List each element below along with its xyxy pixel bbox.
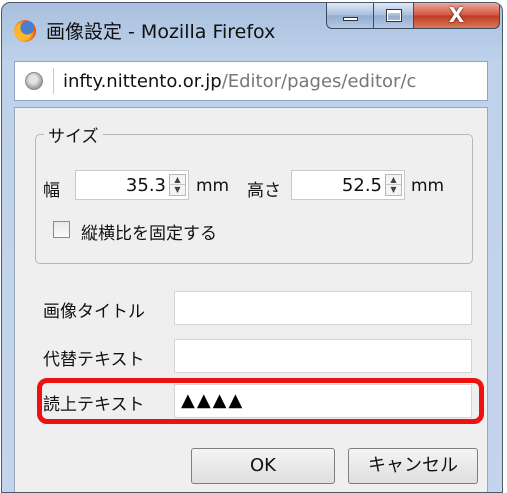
minimize-icon [343, 17, 358, 21]
caption-buttons: X [326, 3, 500, 29]
spin-down-icon[interactable]: ▼ [386, 185, 401, 195]
globe-icon [25, 72, 43, 90]
height-value: 52.5 [341, 175, 382, 196]
ok-button[interactable]: OK [191, 448, 335, 484]
spin-down-icon[interactable]: ▼ [170, 185, 185, 195]
url-path: /Editor/pages/editor/c [221, 71, 417, 92]
image-title-input[interactable] [174, 291, 472, 325]
width-label: 幅 [43, 181, 60, 201]
cancel-button[interactable]: キャンセル [348, 448, 478, 484]
title-bar[interactable]: 画像設定 - Mozilla Firefox X [2, 3, 502, 53]
lock-ratio-checkbox[interactable] [53, 221, 70, 238]
alt-text-label: 代替テキスト [43, 350, 145, 370]
width-input[interactable]: 35.3 ▲ ▼ [75, 170, 189, 200]
height-label: 高さ [247, 181, 281, 201]
alt-text-input[interactable] [174, 339, 472, 373]
width-spinner[interactable]: ▲ ▼ [169, 174, 186, 196]
highlight-outline [37, 378, 484, 424]
url-bar[interactable]: infty.nittento.or.jp/Editor/pages/editor… [14, 61, 488, 101]
maximize-button[interactable] [374, 3, 414, 29]
lock-ratio-label: 縦横比を固定する [81, 224, 217, 244]
firefox-icon [14, 20, 36, 42]
url-text: infty.nittento.or.jp/Editor/pages/editor… [63, 71, 416, 92]
window-title: 画像設定 - Mozilla Firefox [46, 21, 276, 43]
url-host: infty.nittento.or.jp [63, 71, 222, 92]
dialog-window: 画像設定 - Mozilla Firefox X infty.nittento.… [1, 2, 503, 493]
dialog-content: サイズ 幅 35.3 ▲ ▼ mm 高さ 52.5 ▲ ▼ mm 縦横比を固定す… [14, 107, 488, 492]
minimize-button[interactable] [326, 3, 374, 29]
close-icon: X [448, 3, 465, 27]
size-legend: サイズ [44, 122, 103, 147]
height-input[interactable]: 52.5 ▲ ▼ [291, 170, 405, 200]
width-unit: mm [196, 176, 230, 196]
url-separator [53, 68, 54, 94]
spin-up-icon[interactable]: ▲ [386, 175, 401, 185]
image-title-label: 画像タイトル [43, 302, 145, 322]
width-value: 35.3 [125, 175, 166, 196]
maximize-icon [386, 9, 402, 22]
close-button[interactable]: X [414, 3, 500, 29]
spin-up-icon[interactable]: ▲ [170, 175, 185, 185]
height-spinner[interactable]: ▲ ▼ [385, 174, 402, 196]
height-unit: mm [411, 176, 445, 196]
